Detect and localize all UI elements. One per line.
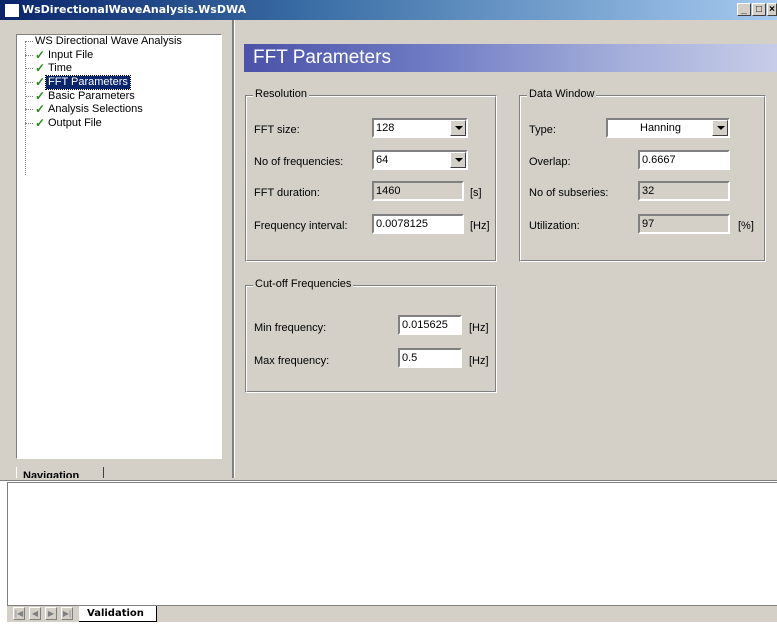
validation-panel: |◀ ◀ ▶ ▶| Validation [0,478,777,626]
checkmark-icon: ✓ [35,48,46,62]
min-frequency-unit: [Hz] [469,322,489,334]
frequency-interval-field[interactable]: 0.0078125 [372,214,464,234]
tree-connector [25,109,33,110]
checkmark-icon: ✓ [35,102,46,116]
fft-size-value: 128 [376,122,395,134]
main-content: FFT Parameters Resolution FFT size: 128 … [235,20,777,478]
data-window-group-label: Data Window [527,88,597,100]
tree-root[interactable]: WS Directional Wave Analysis [35,35,182,48]
app-icon [4,3,20,18]
navigation-tree[interactable]: WS Directional Wave Analysis ✓ Input Fil… [16,34,222,459]
tree-item-label: Analysis Selections [48,103,143,115]
tree-connector [25,55,33,56]
cutoff-frequencies-group: Cut-off Frequencies Min frequency: 0.015… [245,278,497,393]
utilization-label: Utilization: [529,220,580,232]
frequency-interval-label: Frequency interval: [254,220,348,232]
window-type-value: Hanning [640,122,681,134]
minimize-button[interactable]: _ [737,3,751,16]
tree-item-label: Time [48,62,73,74]
panel-divider [0,478,777,481]
resolution-group: Resolution FFT size: 128 No of frequenci… [245,88,497,262]
data-window-group: Data Window Type: Hanning Overlap: 0.666… [519,88,766,262]
application-window: WsDirectionalWaveAnalysis.WsDWA _ □ × WS… [0,0,777,626]
min-frequency-field[interactable]: 0.015625 [398,315,462,335]
no-subseries-label: No of subseries: [529,187,609,199]
prev-tab-button[interactable]: ◀ [29,607,41,620]
next-tab-button[interactable]: ▶ [45,607,57,620]
tree-connector [25,123,33,124]
frequency-interval-unit: [Hz] [470,220,490,232]
fft-duration-field: 1460 [372,181,464,201]
window-title: WsDirectionalWaveAnalysis.WsDWA [22,3,247,16]
tab-validation[interactable]: Validation [79,606,157,622]
min-frequency-label: Min frequency: [254,322,327,334]
tree-item-label: Basic Parameters [48,90,135,102]
max-frequency-field[interactable]: 0.5 [398,348,462,368]
max-frequency-label: Max frequency: [254,355,330,367]
tree-connector [25,68,33,69]
chevron-down-icon[interactable] [450,152,466,168]
resolution-group-label: Resolution [253,88,309,100]
fft-size-label: FFT size: [254,124,300,136]
checkmark-icon: ✓ [35,89,46,103]
title-bar[interactable]: WsDirectionalWaveAnalysis.WsDWA _ □ × [0,0,777,20]
utilization-unit: [%] [738,220,754,232]
maximize-button[interactable]: □ [752,3,766,16]
cutoff-group-label: Cut-off Frequencies [253,278,354,290]
page-title: FFT Parameters [244,44,777,72]
tree-item-label: Input File [48,49,94,61]
fft-size-select[interactable]: 128 [372,118,468,138]
last-tab-button[interactable]: ▶| [61,607,73,620]
no-frequencies-select[interactable]: 64 [372,150,468,170]
tree-connector [25,41,33,42]
tree-item-label: Output File [48,117,102,129]
overlap-field[interactable]: 0.6667 [638,150,730,170]
checkmark-icon: ✓ [35,75,46,89]
tree-connector [25,82,33,83]
fft-duration-unit: [s] [470,187,482,199]
fft-duration-label: FFT duration: [254,187,320,199]
no-subseries-field: 32 [638,181,730,201]
checkmark-icon: ✓ [35,116,46,130]
close-button[interactable]: × [767,3,777,16]
first-tab-button[interactable]: |◀ [13,607,25,620]
chevron-down-icon[interactable] [712,120,728,136]
validation-output [7,482,777,608]
navigation-panel: WS Directional Wave Analysis ✓ Input Fil… [0,20,232,488]
no-frequencies-label: No of frequencies: [254,156,344,168]
utilization-field: 97 [638,214,730,234]
max-frequency-unit: [Hz] [469,355,489,367]
no-frequencies-value: 64 [376,154,389,166]
tree-connector [25,96,33,97]
chevron-down-icon[interactable] [450,120,466,136]
sheet-tab-bar: |◀ ◀ ▶ ▶| Validation [7,605,777,622]
checkmark-icon: ✓ [35,61,46,75]
type-label: Type: [529,124,556,136]
tree-item-label: FFT Parameters [45,75,131,90]
window-type-select[interactable]: Hanning [606,118,730,138]
overlap-label: Overlap: [529,156,571,168]
